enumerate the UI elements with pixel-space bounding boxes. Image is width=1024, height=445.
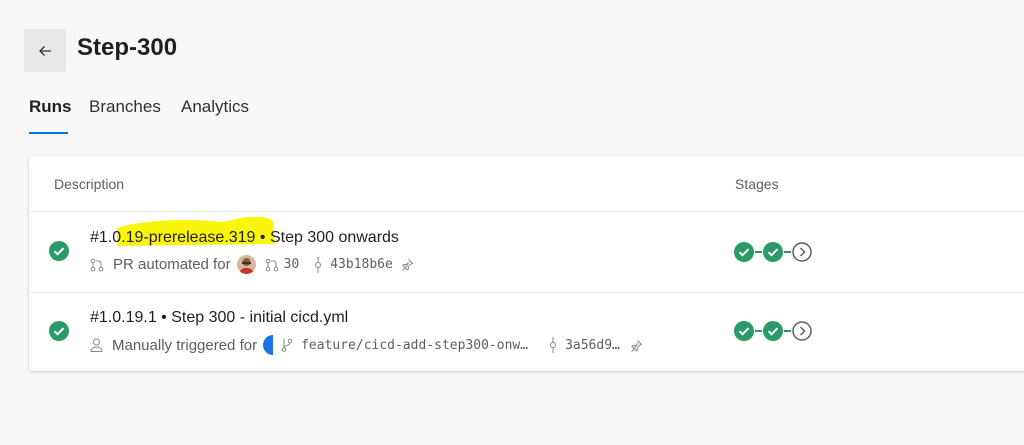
run-title-link[interactable]: #1.0.19.1 • Step 300 - initial cicd.yml (90, 309, 348, 327)
pin-icon[interactable] (630, 339, 643, 352)
run-title-link[interactable]: #1.0.19-prerelease.319 • Step 300 onward… (90, 229, 399, 247)
commit-icon (315, 256, 322, 273)
stages-indicator[interactable] (734, 242, 812, 262)
run-number: #1.0.19-prerelease.319 (90, 229, 256, 246)
back-button[interactable] (24, 29, 66, 72)
stage-connector (755, 330, 762, 332)
branch-icon (281, 338, 293, 352)
stage-connector (784, 330, 791, 332)
run-meta: PR automated for 30 43b18b6e (90, 255, 414, 274)
avatar (236, 255, 256, 274)
divider (29, 211, 1024, 212)
arrow-left-icon (39, 45, 51, 56)
stage-success-icon[interactable] (734, 242, 754, 262)
run-name: Step 300 - initial cicd.yml (171, 309, 349, 326)
divider (29, 292, 1024, 293)
success-check-icon (49, 241, 69, 261)
pull-request-icon (265, 258, 278, 271)
chevron-right-circle-icon[interactable] (792, 321, 812, 341)
run-name: Step 300 onwards (269, 229, 399, 246)
page-title: Step-300 (77, 34, 178, 61)
pr-number[interactable]: 30 (284, 257, 300, 272)
tab-analytics[interactable]: Analytics (181, 97, 249, 117)
tab-branches[interactable]: Branches (89, 97, 161, 117)
stages-indicator[interactable] (734, 321, 812, 341)
tab-runs[interactable]: Runs (29, 97, 72, 117)
trigger-text: Manually triggered for (112, 336, 258, 354)
run-separator: • (156, 309, 172, 326)
column-header-description: Description (54, 176, 125, 192)
branch-name[interactable]: feature/cicd-add-step300-onw… (301, 338, 528, 353)
run-meta: Manually triggered for feature/cicd-add-… (90, 335, 643, 355)
commit-icon (550, 337, 557, 353)
pin-icon[interactable] (401, 258, 414, 271)
stage-success-icon[interactable] (763, 321, 783, 341)
run-number: #1.0.19.1 (90, 309, 157, 326)
stage-connector (784, 251, 791, 253)
chevron-right-circle-icon[interactable] (792, 242, 812, 262)
active-tab-indicator (29, 132, 68, 134)
avatar (263, 335, 274, 355)
runs-table: Description Stages #1.0.19-prerelease.31… (29, 156, 1024, 371)
column-header-stages: Stages (735, 176, 779, 192)
trigger-text: PR automated for (113, 256, 231, 273)
run-separator: • (255, 229, 270, 246)
success-check-icon (49, 321, 69, 341)
stage-success-icon[interactable] (734, 321, 754, 341)
stage-success-icon[interactable] (763, 242, 783, 262)
person-icon (90, 338, 103, 352)
commit-hash[interactable]: 43b18b6e (330, 257, 393, 272)
stage-connector (755, 251, 762, 253)
commit-hash[interactable]: 3a56d9… (565, 338, 620, 353)
pull-request-icon (90, 258, 104, 271)
